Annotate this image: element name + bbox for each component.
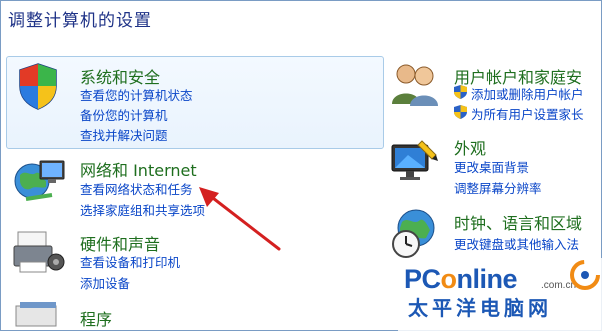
network-globe-icon	[14, 160, 65, 201]
link-add-remove-accounts[interactable]: 添加或删除用户帐户	[454, 84, 584, 103]
category-heading[interactable]: 时钟、语言和区域	[454, 210, 582, 234]
uac-shield-icon	[454, 85, 467, 99]
watermark-logo: PConline	[404, 264, 518, 294]
link-view-network-status[interactable]: 查看网络状态和任务	[80, 179, 193, 198]
page-title: 调整计算机的设置	[8, 11, 152, 31]
uac-shield-icon	[454, 105, 467, 119]
category-heading[interactable]: 外观	[454, 135, 486, 159]
monitor-icon	[391, 140, 438, 180]
link-change-keyboard[interactable]: 更改键盘或其他输入法	[454, 234, 579, 253]
annotation-arrow-icon	[199, 187, 281, 251]
link-devices-printers[interactable]: 查看设备和打印机	[80, 252, 180, 271]
category-heading[interactable]: 网络和 Internet	[80, 157, 197, 181]
link-label[interactable]: 为所有用户设置家长	[471, 107, 584, 122]
link-screen-resolution[interactable]: 调整屏幕分辨率	[454, 178, 542, 197]
programs-icon	[15, 302, 57, 327]
link-parental-controls[interactable]: 为所有用户设置家长	[454, 104, 584, 123]
shield-icon	[19, 63, 57, 110]
users-icon	[392, 64, 438, 106]
link-troubleshoot[interactable]: 查找并解决问题	[80, 125, 168, 144]
watermark-chinese: 太平洋电脑网	[408, 296, 552, 320]
link-backup-computer[interactable]: 备份您的计算机	[80, 105, 168, 124]
gauge-icon	[570, 260, 600, 290]
link-label[interactable]: 添加或删除用户帐户	[471, 87, 584, 102]
link-add-device[interactable]: 添加设备	[80, 273, 130, 292]
link-view-computer-status[interactable]: 查看您的计算机状态	[80, 85, 193, 104]
link-desktop-background[interactable]: 更改桌面背景	[454, 157, 529, 176]
globe-clock-icon	[392, 209, 435, 258]
link-homegroup-sharing[interactable]: 选择家庭组和共享选项	[80, 200, 205, 219]
pconline-watermark: PConline .com.cn 太平洋电脑网	[398, 258, 602, 331]
category-heading[interactable]: 程序	[80, 306, 112, 330]
printer-icon	[13, 231, 65, 273]
